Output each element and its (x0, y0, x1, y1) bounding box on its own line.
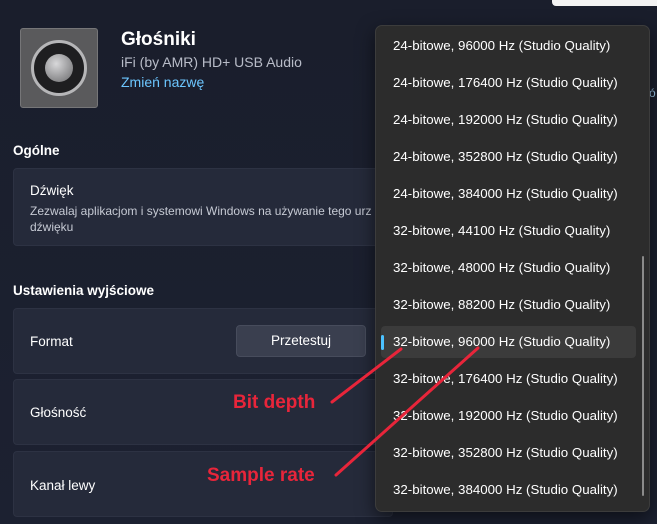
format-option-label: 24-bitowe, 352800 Hz (Studio Quality) (393, 149, 618, 164)
sound-desc-line1: Zezwalaj aplikacjom i systemowi Windows … (30, 204, 372, 218)
format-option-label: 32-bitowe, 44100 Hz (Studio Quality) (393, 223, 611, 238)
format-option[interactable]: 24-bitowe, 176400 Hz (Studio Quality) (381, 67, 636, 99)
speaker-icon (20, 28, 98, 108)
section-output: Ustawienia wyjściowe (13, 283, 155, 298)
right-edge-text: ó (649, 86, 656, 100)
format-option-label: 32-bitowe, 352800 Hz (Studio Quality) (393, 445, 618, 460)
speaker-cone (45, 54, 73, 82)
selected-indicator (381, 335, 384, 350)
format-dropdown[interactable]: 24-bitowe, 96000 Hz (Studio Quality) 24-b… (375, 25, 650, 512)
format-option-label: 32-bitowe, 384000 Hz (Studio Quality) (393, 482, 618, 497)
sound-card: Dźwięk Zezwalaj aplikacjom i systemowi W… (13, 168, 393, 246)
format-option-label: 24-bitowe, 176400 Hz (Studio Quality) (393, 75, 618, 90)
left-channel-row[interactable]: Kanał lewy (13, 451, 393, 517)
volume-label: Głośność (30, 405, 87, 420)
format-option[interactable]: 24-bitowe, 384000 Hz (Studio Quality) (381, 178, 636, 210)
format-option-label: 24-bitowe, 96000 Hz (Studio Quality) (393, 38, 611, 53)
format-option[interactable]: 24-bitowe, 352800 Hz (Studio Quality) (381, 141, 636, 173)
format-label: Format (30, 334, 73, 349)
dropdown-scrollbar[interactable] (642, 256, 644, 496)
test-button[interactable]: Przetestuj (236, 325, 366, 357)
sample-rate-annotation: Sample rate (207, 465, 315, 486)
format-option[interactable]: 32-bitowe, 384000 Hz (Studio Quality) (381, 474, 636, 506)
rename-link[interactable]: Zmień nazwę (121, 74, 204, 90)
format-option[interactable]: 32-bitowe, 176400 Hz (Studio Quality) (381, 363, 636, 395)
device-name: Głośniki (121, 29, 196, 50)
format-option[interactable]: 32-bitowe, 44100 Hz (Studio Quality) (381, 215, 636, 247)
format-option-label: 32-bitowe, 192000 Hz (Studio Quality) (393, 408, 618, 423)
format-option[interactable]: 32-bitowe, 192000 Hz (Studio Quality) (381, 400, 636, 432)
device-model: iFi (by AMR) HD+ USB Audio (121, 54, 302, 70)
format-option-label: 24-bitowe, 384000 Hz (Studio Quality) (393, 186, 618, 201)
format-option[interactable]: 32-bitowe, 352800 Hz (Studio Quality) (381, 437, 636, 469)
format-option-label: 32-bitowe, 88200 Hz (Studio Quality) (393, 297, 611, 312)
window-edge (552, 0, 657, 6)
format-option[interactable]: 32-bitowe, 88200 Hz (Studio Quality) (381, 289, 636, 321)
format-option[interactable]: 32-bitowe, 48000 Hz (Studio Quality) (381, 252, 636, 284)
volume-row[interactable]: Głośność (13, 379, 393, 445)
sound-desc-line2: dźwięku (30, 220, 74, 234)
format-option[interactable]: 24-bitowe, 192000 Hz (Studio Quality) (381, 104, 636, 136)
format-option[interactable]: 32-bitowe, 96000 Hz (Studio Quality) (381, 326, 636, 358)
format-option[interactable]: 24-bitowe, 96000 Hz (Studio Quality) (381, 30, 636, 62)
format-option-label: 32-bitowe, 176400 Hz (Studio Quality) (393, 371, 618, 386)
speaker-ring (31, 40, 87, 96)
bit-depth-annotation: Bit depth (233, 392, 316, 413)
format-option-label: 32-bitowe, 96000 Hz (Studio Quality) (393, 334, 611, 349)
format-option-label: 32-bitowe, 48000 Hz (Studio Quality) (393, 260, 611, 275)
left-channel-label: Kanał lewy (30, 478, 96, 493)
sound-title: Dźwięk (30, 183, 74, 198)
format-option-label: 24-bitowe, 192000 Hz (Studio Quality) (393, 112, 618, 127)
section-general: Ogólne (13, 143, 60, 158)
